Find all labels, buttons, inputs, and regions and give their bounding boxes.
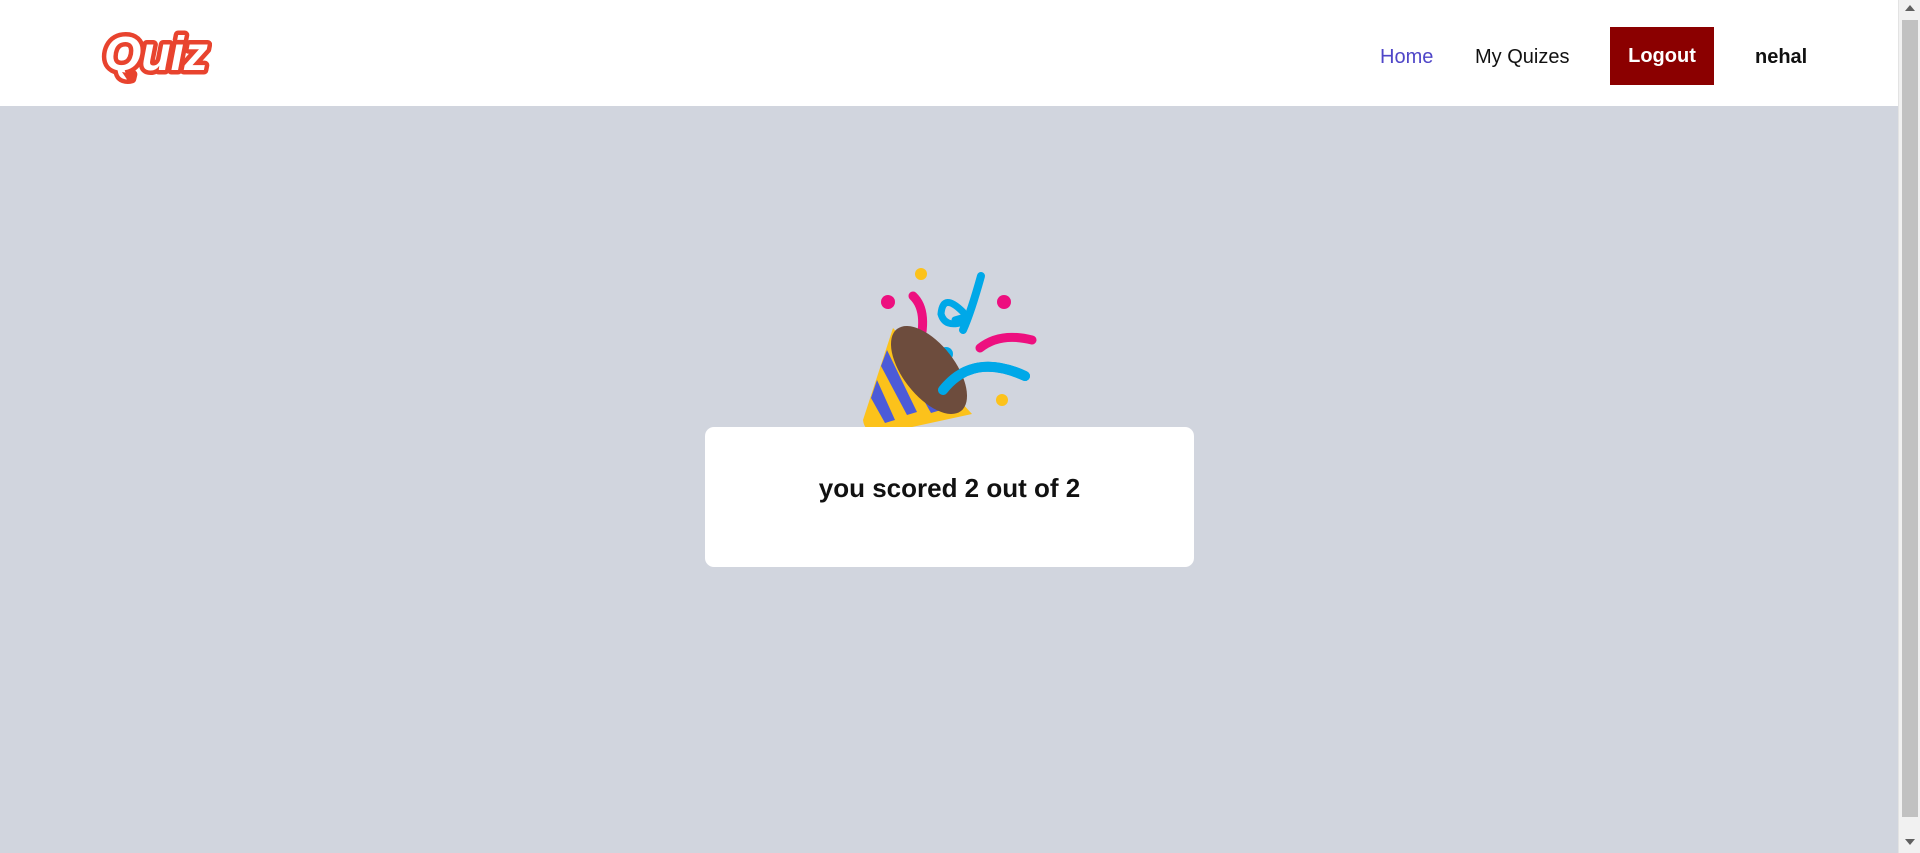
party-popper-icon	[855, 262, 1045, 442]
page: Quiz Quiz Home My Quizes Logout nehal yo…	[0, 0, 1898, 853]
logout-button[interactable]: Logout	[1610, 27, 1714, 85]
svg-text:Quiz: Quiz	[104, 28, 208, 81]
quiz-logo[interactable]: Quiz Quiz	[100, 24, 213, 86]
browser-viewport: Quiz Quiz Home My Quizes Logout nehal yo…	[0, 0, 1920, 853]
vertical-scrollbar[interactable]	[1898, 0, 1920, 853]
nav-my-quizes-link[interactable]: My Quizes	[1475, 42, 1569, 72]
navbar: Quiz Quiz Home My Quizes Logout nehal	[0, 0, 1898, 106]
nav-home-link[interactable]: Home	[1380, 42, 1433, 72]
username-label: nehal	[1755, 46, 1808, 68]
score-text: you scored 2 out of 2	[818, 473, 1081, 503]
result-card: you scored 2 out of 2	[705, 427, 1194, 567]
scroll-down-arrow-icon[interactable]	[1905, 839, 1915, 845]
scroll-up-arrow-icon[interactable]	[1905, 5, 1915, 11]
scrollbar-thumb[interactable]	[1902, 20, 1918, 817]
quiz-logo-icon: Quiz Quiz	[100, 24, 213, 86]
